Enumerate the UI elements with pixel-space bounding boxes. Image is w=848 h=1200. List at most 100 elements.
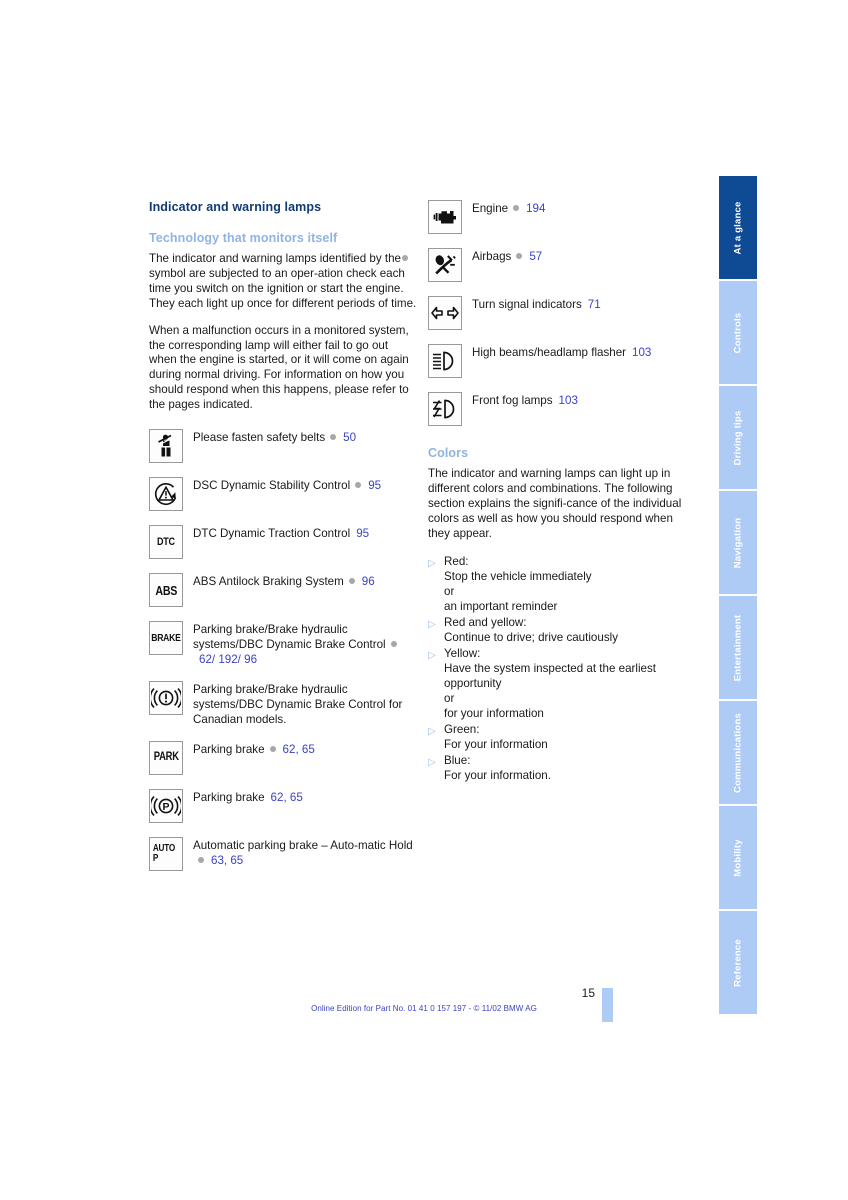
- lamp-row: Please fasten safety belts 50: [149, 429, 419, 464]
- page-reference[interactable]: 194: [526, 202, 545, 215]
- page-reference[interactable]: 57: [529, 250, 542, 263]
- airbag-icon: [428, 248, 462, 282]
- right-lamp-list: Engine 194 Airbags 57 Turn signal indicato…: [428, 200, 698, 426]
- sidebar-tab-communications[interactable]: Communications: [719, 701, 757, 806]
- icon-glyph-text: BRAKE: [151, 631, 181, 644]
- sidebar-tab-label: Controls: [732, 312, 744, 353]
- lamp-row: Engine 194: [428, 200, 698, 234]
- page-reference[interactable]: 62, 65: [283, 743, 315, 756]
- icon-glyph-text: DTC: [157, 535, 175, 548]
- sidebar-tab-entertainment[interactable]: Entertainment: [719, 596, 757, 701]
- lamp-description: Turn signal indicators 71: [472, 296, 601, 312]
- lamp-row: Turn signal indicators 71: [428, 296, 698, 330]
- lamp-description: Front fog lamps 103: [472, 392, 578, 408]
- intro-paragraph-1-part-a: The indicator and warning lamps identifi…: [149, 252, 401, 265]
- left-column: Indicator and warning lamps Technology t…: [149, 200, 419, 885]
- intro-paragraph-1-part-b: symbol are subjected to an oper-ation ch…: [149, 266, 417, 310]
- lamp-label: DTC Dynamic Traction Control: [193, 527, 351, 541]
- lamp-description: DTC Dynamic Traction Control 95: [193, 525, 369, 541]
- lamp-label: Parking brake: [193, 791, 265, 805]
- lamp-description: Parking brake 62, 65: [193, 741, 315, 757]
- bullet-triangle-icon: ▷: [428, 649, 436, 661]
- intro-paragraph-1: The indicator and warning lamps identifi…: [149, 252, 419, 312]
- page-reference[interactable]: 62/ 192/ 96: [199, 653, 257, 666]
- svg-text:P: P: [162, 801, 169, 813]
- color-bullet-line: Red:: [444, 554, 469, 568]
- lamp-label: High beams/headlamp flasher: [472, 346, 627, 359]
- color-bullet-text: Blue: For your information.: [444, 753, 551, 783]
- sidebar-tab-label: Driving tips: [732, 410, 744, 465]
- sidebar-tab-mobility[interactable]: Mobility: [719, 806, 757, 911]
- color-bullet-item: ▷ Red and yellow: Continue to drive; drive…: [428, 615, 698, 645]
- check-dot-icon: [516, 253, 523, 259]
- lamp-label: ABS Antilock Braking System: [193, 575, 344, 589]
- sidebar-tab-reference[interactable]: Reference: [719, 911, 757, 1016]
- lamp-row: DSC Dynamic Stability Control 95: [149, 477, 419, 512]
- section-tab-strip: At a glance Controls Driving tips Navigatio…: [719, 176, 757, 1016]
- color-bullet-item: ▷ Yellow: Have the system inspected at the…: [428, 646, 698, 721]
- color-bullet-line: or: [444, 691, 455, 705]
- color-bullet-line: Yellow:: [444, 646, 481, 660]
- check-dot-icon: [198, 857, 204, 864]
- bullet-triangle-icon: ▷: [428, 725, 436, 737]
- sidebar-tab-controls[interactable]: Controls: [719, 281, 757, 386]
- lamp-row: P Parking brake 62, 65: [149, 789, 419, 824]
- bullet-triangle-icon: ▷: [428, 756, 436, 768]
- color-bullet-line: or: [444, 584, 455, 598]
- manual-page: Indicator and warning lamps Technology t…: [0, 0, 848, 1200]
- lamp-description: DSC Dynamic Stability Control 95: [193, 477, 381, 493]
- color-bullet-text: Red and yellow: Continue to drive; drive …: [444, 615, 618, 645]
- lamp-label: Automatic parking brake – Auto-matic Hol…: [193, 839, 413, 853]
- engine-icon: [428, 200, 462, 234]
- color-bullet-list: ▷ Red: Stop the vehicle immediately or an im…: [428, 554, 698, 783]
- page-reference[interactable]: 103: [632, 346, 651, 359]
- icon-glyph-text: PARK: [153, 751, 179, 764]
- lamp-label: Parking brake/Brake hydraulic systems/DB…: [193, 683, 403, 727]
- left-lamp-list: Please fasten safety belts 50 DSC Dynamic…: [149, 429, 419, 872]
- sidebar-tab-driving-tips[interactable]: Driving tips: [719, 386, 757, 491]
- intro-paragraph-2: When a malfunction occurs in a monitored…: [149, 323, 409, 412]
- color-bullet-line: for your information: [444, 706, 544, 720]
- lamp-row: Front fog lamps 103: [428, 392, 698, 426]
- lamp-label: Engine: [472, 202, 509, 215]
- page-reference[interactable]: 96: [362, 575, 375, 588]
- color-bullet-line: an important reminder: [444, 599, 558, 613]
- color-bullet-line: Stop the vehicle immediately: [444, 569, 592, 583]
- color-bullet-item: ▷ Green: For your information: [428, 722, 698, 752]
- lamp-label: Parking brake/Brake hydraulic systems/DB…: [193, 623, 386, 652]
- sidebar-tab-at-a-glance[interactable]: At a glance: [719, 176, 757, 281]
- page-title: Indicator and warning lamps: [149, 200, 322, 214]
- sidebar-tab-label: At a glance: [732, 201, 744, 254]
- lamp-description: Parking brake/Brake hydraulic systems/DB…: [193, 621, 419, 667]
- color-bullet-line: For your information.: [444, 768, 551, 782]
- section-subtitle: Technology that monitors itself: [149, 231, 338, 245]
- page-reference[interactable]: 95: [356, 527, 369, 540]
- lamp-description: Please fasten safety belts 50: [193, 429, 356, 445]
- page-reference[interactable]: 71: [588, 298, 601, 311]
- lamp-row: High beams/headlamp flasher 103: [428, 344, 698, 378]
- right-column: Engine 194 Airbags 57 Turn signal indicato…: [428, 200, 698, 784]
- sidebar-tab-label: Communications: [732, 712, 744, 793]
- page-reference[interactable]: 103: [559, 394, 578, 407]
- color-bullet-text: Green: For your information: [444, 722, 548, 752]
- sidebar-tab-navigation[interactable]: Navigation: [719, 491, 757, 596]
- seatbelt-icon: [149, 429, 183, 464]
- colors-intro-paragraph: The indicator and warning lamps can ligh…: [428, 467, 682, 540]
- lamp-row: PARK Parking brake 62, 65: [149, 741, 419, 776]
- abs-text-icon: ABS: [149, 573, 183, 608]
- auto-p-text-icon: AUTO P: [149, 837, 183, 872]
- color-bullet-item: ▷ Red: Stop the vehicle immediately or an im…: [428, 554, 698, 614]
- lamp-row: Airbags 57: [428, 248, 698, 282]
- park-p-circle-icon: P: [149, 789, 183, 824]
- page-reference[interactable]: 62, 65: [271, 791, 303, 804]
- page-reference[interactable]: 95: [368, 479, 381, 492]
- icon-glyph-text: AUTO P: [152, 843, 175, 865]
- color-bullet-text: Yellow: Have the system inspected at the …: [444, 646, 698, 721]
- high-beam-icon: [428, 344, 462, 378]
- page-reference[interactable]: 63, 65: [211, 854, 243, 867]
- lamp-description: Parking brake/Brake hydraulic systems/DB…: [193, 681, 419, 727]
- lamp-description: ABS Antilock Braking System 96: [193, 573, 375, 589]
- lamp-label: Airbags: [472, 250, 512, 263]
- check-dot-icon: [348, 578, 355, 585]
- page-reference[interactable]: 50: [343, 431, 356, 444]
